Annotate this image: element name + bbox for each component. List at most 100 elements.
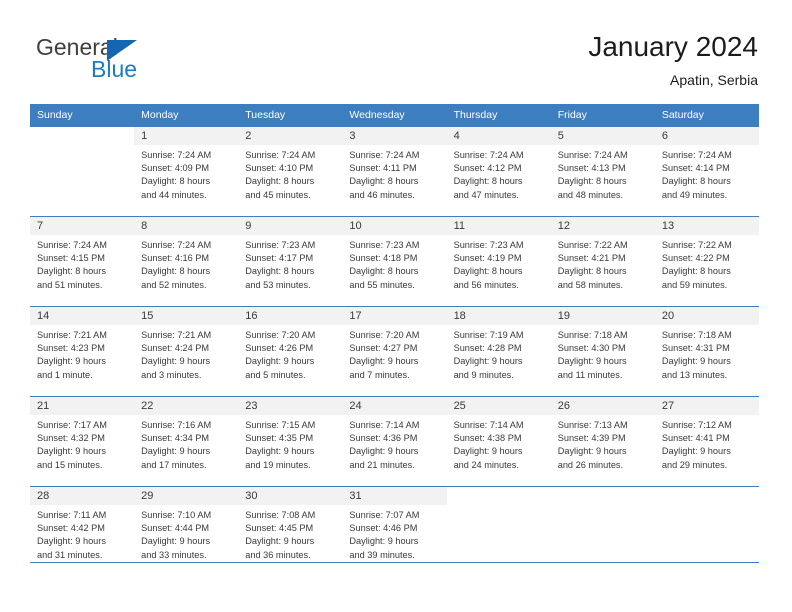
- day-number: 13: [654, 217, 759, 235]
- day-number: 14: [30, 307, 135, 325]
- sunrise-text: Sunrise: 7:24 AM: [557, 150, 628, 160]
- sunrise-text: Sunrise: 7:20 AM: [245, 330, 316, 340]
- daylight-text: and 26 minutes.: [557, 459, 624, 470]
- sunrise-text: Sunrise: 7:11 AM: [37, 510, 107, 520]
- daylight-text: and 11 minutes.: [557, 369, 623, 380]
- sunrise-text: Sunrise: 7:14 AM: [453, 420, 524, 430]
- calendar-day-cell[interactable]: 17 Sunrise: 7:20 AM Sunset: 4:27 PM Dayligh…: [342, 306, 447, 397]
- calendar-day-cell[interactable]: 8 Sunrise: 7:24 AM Sunset: 4:16 PM Daylight…: [134, 216, 239, 307]
- calendar-day-cell[interactable]: 27 Sunrise: 7:12 AM Sunset: 4:41 PM Dayligh…: [654, 396, 759, 487]
- day-number: 28: [30, 487, 135, 505]
- sunset-text: Sunset: 4:09 PM: [141, 163, 210, 174]
- calendar-day-cell[interactable]: 19 Sunrise: 7:18 AM Sunset: 4:30 PM Dayligh…: [550, 306, 655, 397]
- calendar-day-cell[interactable]: 25 Sunrise: 7:14 AM Sunset: 4:38 PM Dayligh…: [446, 396, 551, 487]
- calendar-day-cell[interactable]: 9 Sunrise: 7:23 AM Sunset: 4:17 PM Daylight…: [238, 216, 343, 307]
- day-details: Sunrise: 7:23 AM Sunset: 4:18 PM Daylight:…: [342, 235, 446, 292]
- daylight-text: and 48 minutes.: [557, 189, 624, 200]
- daylight-text: and 9 minutes.: [453, 369, 514, 380]
- daylight-text: and 36 minutes.: [245, 549, 311, 560]
- day-details: Sunrise: 7:20 AM Sunset: 4:26 PM Daylight:…: [238, 325, 342, 382]
- page-header: General Blue January 2024 Apatin, Serbia: [0, 0, 792, 100]
- calendar-day-cell[interactable]: 24 Sunrise: 7:14 AM Sunset: 4:36 PM Dayligh…: [342, 396, 447, 487]
- calendar-day-cell[interactable]: 3 Sunrise: 7:24 AM Sunset: 4:11 PM Daylight…: [342, 126, 447, 217]
- day-details: Sunrise: 7:24 AM Sunset: 4:16 PM Daylight:…: [134, 235, 238, 292]
- weekday-header-monday: Monday: [134, 104, 239, 127]
- sunset-text: Sunset: 4:19 PM: [453, 253, 522, 264]
- calendar-day-cell[interactable]: 6 Sunrise: 7:24 AM Sunset: 4:14 PM Daylight…: [654, 126, 759, 217]
- calendar-day-cell[interactable]: 30 Sunrise: 7:08 AM Sunset: 4:45 PM Dayligh…: [238, 486, 343, 577]
- calendar-day-cell[interactable]: 23 Sunrise: 7:15 AM Sunset: 4:35 PM Dayligh…: [238, 396, 343, 487]
- daylight-text: Daylight: 8 hours: [661, 266, 731, 277]
- calendar-day-cell[interactable]: 10 Sunrise: 7:23 AM Sunset: 4:18 PM Dayligh…: [342, 216, 447, 307]
- sunrise-text: Sunrise: 7:13 AM: [557, 420, 628, 430]
- calendar-day-cell[interactable]: 15 Sunrise: 7:21 AM Sunset: 4:24 PM Dayligh…: [134, 306, 239, 397]
- calendar-week-row: 7 Sunrise: 7:24 AM Sunset: 4:15 PM Daylight…: [30, 216, 759, 307]
- day-details: Sunrise: 7:24 AM Sunset: 4:15 PM Daylight:…: [30, 235, 134, 292]
- calendar-day-cell[interactable]: 18 Sunrise: 7:19 AM Sunset: 4:28 PM Dayligh…: [446, 306, 551, 397]
- calendar-day-cell[interactable]: 29 Sunrise: 7:10 AM Sunset: 4:44 PM Dayligh…: [134, 486, 239, 577]
- sunset-text: Sunset: 4:26 PM: [245, 343, 314, 354]
- day-number: 17: [342, 307, 447, 325]
- daylight-text: Daylight: 9 hours: [245, 536, 315, 547]
- calendar-day-cell[interactable]: 21 Sunrise: 7:17 AM Sunset: 4:32 PM Dayligh…: [30, 396, 135, 487]
- day-number: 2: [238, 127, 343, 145]
- day-details: Sunrise: 7:21 AM Sunset: 4:23 PM Daylight:…: [30, 325, 134, 382]
- day-number: 6: [654, 127, 759, 145]
- sunset-text: Sunset: 4:13 PM: [557, 163, 626, 174]
- sunset-text: Sunset: 4:10 PM: [245, 163, 314, 174]
- calendar-page: General Blue January 2024 Apatin, Serbia…: [0, 0, 792, 612]
- daylight-text: and 49 minutes.: [661, 189, 728, 200]
- calendar-day-cell[interactable]: 28 Sunrise: 7:11 AM Sunset: 4:42 PM Dayligh…: [30, 486, 135, 577]
- daylight-text: and 7 minutes.: [349, 369, 410, 380]
- brand-logo[interactable]: General Blue: [36, 34, 236, 90]
- calendar-day-cell[interactable]: 1 Sunrise: 7:24 AM Sunset: 4:09 PM Daylight…: [134, 126, 239, 217]
- daylight-text: Daylight: 8 hours: [661, 176, 731, 187]
- day-details: Sunrise: 7:17 AM Sunset: 4:32 PM Daylight:…: [30, 415, 134, 472]
- day-number: [30, 127, 135, 145]
- day-number: 7: [30, 217, 135, 235]
- calendar-day-cell[interactable]: 7 Sunrise: 7:24 AM Sunset: 4:15 PM Daylight…: [30, 216, 135, 307]
- sunset-text: Sunset: 4:27 PM: [349, 343, 418, 354]
- daylight-text: Daylight: 9 hours: [661, 446, 731, 457]
- day-details: Sunrise: 7:24 AM Sunset: 4:14 PM Daylight:…: [655, 145, 759, 202]
- calendar-header-row: Sunday Monday Tuesday Wednesday Thursday Frid…: [30, 104, 759, 127]
- calendar-day-cell[interactable]: 16 Sunrise: 7:20 AM Sunset: 4:26 PM Dayligh…: [238, 306, 343, 397]
- day-details: Sunrise: 7:23 AM Sunset: 4:19 PM Daylight:…: [447, 235, 551, 292]
- calendar-day-cell[interactable]: 31 Sunrise: 7:07 AM Sunset: 4:46 PM Dayligh…: [342, 486, 447, 577]
- daylight-text: and 1 minute.: [37, 369, 93, 380]
- day-details: Sunrise: 7:08 AM Sunset: 4:45 PM Daylight:…: [238, 505, 342, 562]
- daylight-text: Daylight: 9 hours: [245, 356, 315, 367]
- calendar-day-cell[interactable]: 22 Sunrise: 7:16 AM Sunset: 4:34 PM Dayligh…: [134, 396, 239, 487]
- daylight-text: Daylight: 9 hours: [453, 356, 523, 367]
- calendar-day-cell[interactable]: 11 Sunrise: 7:23 AM Sunset: 4:19 PM Dayligh…: [446, 216, 551, 307]
- calendar-day-cell[interactable]: 13 Sunrise: 7:22 AM Sunset: 4:22 PM Dayligh…: [654, 216, 759, 307]
- day-details: Sunrise: 7:11 AM Sunset: 4:42 PM Daylight:…: [30, 505, 134, 562]
- sunset-text: Sunset: 4:16 PM: [141, 253, 210, 264]
- day-number: [446, 487, 551, 505]
- weekday-header-friday: Friday: [550, 104, 655, 127]
- calendar-day-cell[interactable]: 5 Sunrise: 7:24 AM Sunset: 4:13 PM Daylight…: [550, 126, 655, 217]
- calendar-day-cell[interactable]: 4 Sunrise: 7:24 AM Sunset: 4:12 PM Daylight…: [446, 126, 551, 217]
- daylight-text: Daylight: 9 hours: [245, 446, 315, 457]
- day-number: 22: [134, 397, 239, 415]
- day-details: Sunrise: 7:14 AM Sunset: 4:36 PM Daylight:…: [342, 415, 446, 472]
- sunset-text: Sunset: 4:11 PM: [349, 163, 417, 174]
- calendar-day-cell[interactable]: 14 Sunrise: 7:21 AM Sunset: 4:23 PM Dayligh…: [30, 306, 135, 397]
- sunset-text: Sunset: 4:46 PM: [349, 523, 418, 534]
- sunset-text: Sunset: 4:39 PM: [557, 433, 626, 444]
- daylight-text: and 44 minutes.: [141, 189, 207, 200]
- daylight-text: Daylight: 9 hours: [349, 356, 419, 367]
- calendar-table: Sunday Monday Tuesday Wednesday Thursday Frid…: [30, 104, 759, 577]
- weekday-header-tuesday: Tuesday: [238, 104, 343, 127]
- calendar-day-cell[interactable]: 2 Sunrise: 7:24 AM Sunset: 4:10 PM Daylight…: [238, 126, 343, 217]
- sunset-text: Sunset: 4:36 PM: [349, 433, 418, 444]
- calendar-day-cell[interactable]: 20 Sunrise: 7:18 AM Sunset: 4:31 PM Dayligh…: [654, 306, 759, 397]
- day-details: Sunrise: 7:18 AM Sunset: 4:30 PM Daylight:…: [551, 325, 655, 382]
- sunset-text: Sunset: 4:15 PM: [37, 253, 105, 264]
- calendar-day-cell[interactable]: 12 Sunrise: 7:22 AM Sunset: 4:21 PM Dayligh…: [550, 216, 655, 307]
- calendar-empty-cell: [654, 486, 759, 577]
- daylight-text: Daylight: 9 hours: [37, 536, 106, 547]
- calendar-day-cell[interactable]: 26 Sunrise: 7:13 AM Sunset: 4:39 PM Dayligh…: [550, 396, 655, 487]
- sunrise-text: Sunrise: 7:16 AM: [141, 420, 212, 430]
- sunrise-text: Sunrise: 7:12 AM: [661, 420, 732, 430]
